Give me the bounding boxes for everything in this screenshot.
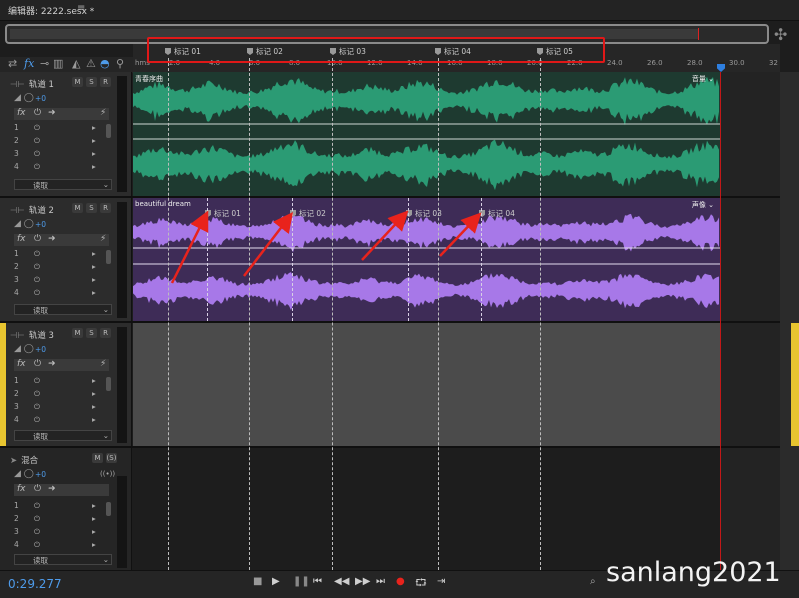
annotation-arrow	[243, 212, 294, 277]
zoom-in-icon[interactable]: ⌕	[590, 576, 596, 587]
annotation-arrow	[439, 212, 482, 257]
play-icon[interactable]: ▶	[272, 576, 280, 587]
annotation-arrow	[361, 210, 409, 261]
current-time[interactable]: 0:29.277	[8, 577, 62, 591]
annotation-arrows	[170, 210, 482, 284]
record-icon[interactable]: ●	[396, 576, 405, 587]
go-to-start-icon[interactable]: ⏮	[313, 576, 322, 587]
watermark: sanlang2021	[606, 557, 781, 588]
stop-icon[interactable]: ■	[253, 576, 262, 587]
rewind-icon[interactable]: ◀◀	[334, 576, 349, 587]
go-to-end-icon[interactable]: ⏭	[376, 576, 385, 587]
fast-forward-icon[interactable]: ▶▶	[355, 576, 370, 587]
skip-icon[interactable]: ⇥	[437, 576, 445, 587]
annotation-arrow	[170, 210, 209, 284]
loop-icon[interactable]: ⮔	[415, 576, 427, 593]
pause-icon[interactable]: ❚❚	[293, 576, 310, 587]
